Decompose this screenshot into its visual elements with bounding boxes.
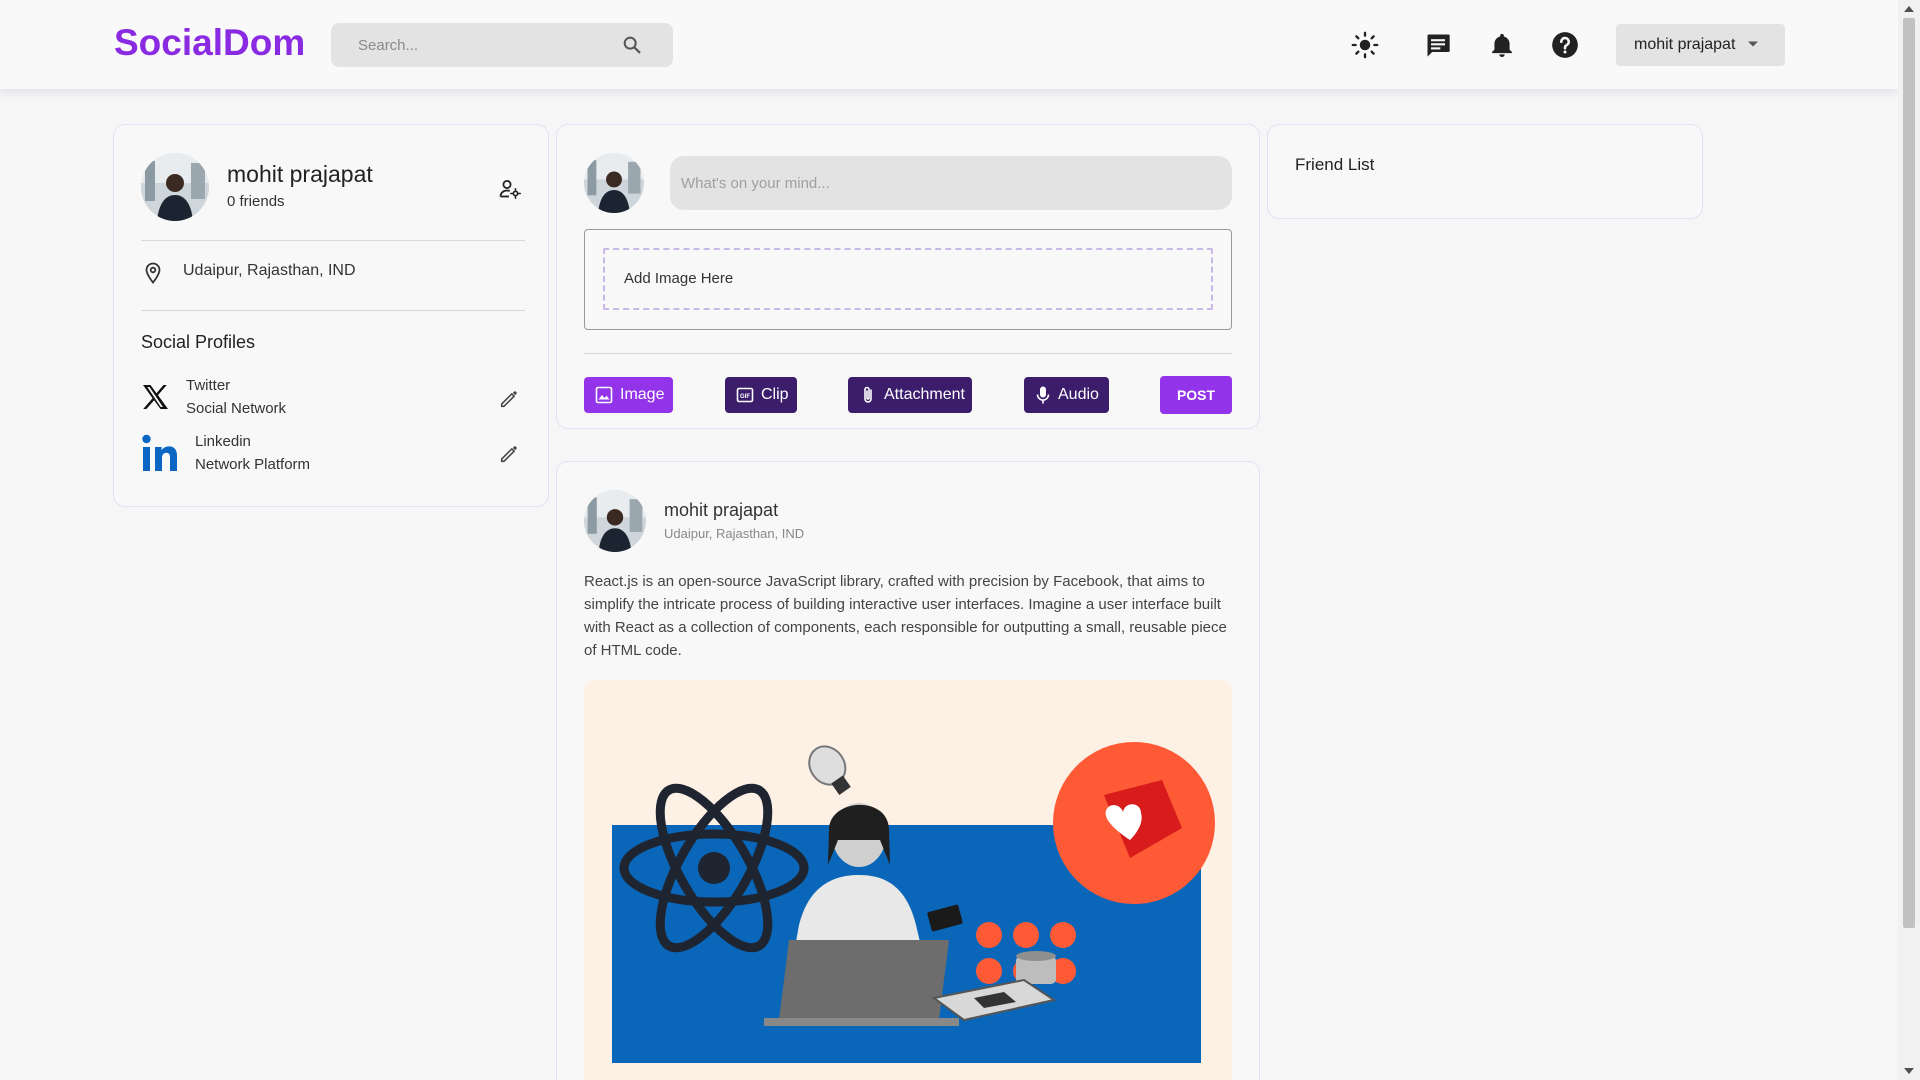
attachment-button[interactable]: Attachment bbox=[848, 377, 972, 413]
scroll-thumb[interactable] bbox=[1903, 18, 1915, 928]
post-author-name[interactable]: mohit prajapat bbox=[664, 500, 778, 521]
search-input[interactable] bbox=[331, 23, 621, 67]
edit-linkedin-icon[interactable] bbox=[498, 443, 520, 465]
composer-divider bbox=[584, 353, 1232, 354]
twitter-subtitle: Social Network bbox=[186, 400, 287, 417]
chevron-down-icon bbox=[1748, 41, 1758, 47]
audio-button-label: Audio bbox=[1058, 386, 1099, 403]
user-dropdown-label: mohit prajapat bbox=[1634, 36, 1736, 53]
location-pin-icon bbox=[145, 262, 161, 284]
help-icon[interactable] bbox=[1551, 31, 1579, 59]
attachment-button-label: Attachment bbox=[884, 386, 965, 403]
scroll-down-arrow[interactable] bbox=[1904, 1068, 1914, 1074]
twitter-x-icon[interactable] bbox=[141, 383, 169, 411]
dropzone-label: Add Image Here bbox=[624, 270, 734, 287]
friend-list-heading: Friend List bbox=[1295, 155, 1375, 174]
social-profiles-heading: Social Profiles bbox=[141, 332, 256, 352]
edit-twitter-icon[interactable] bbox=[498, 388, 520, 410]
post-text: React.js is an open-source JavaScript li… bbox=[584, 573, 1227, 659]
dropzone-area[interactable]: Add Image Here bbox=[603, 248, 1213, 310]
profile-card: mohit prajapat 0 friends Udaipur, Rajast… bbox=[113, 124, 549, 507]
linkedin-icon[interactable] bbox=[141, 433, 181, 473]
image-dropzone[interactable]: Add Image Here bbox=[584, 229, 1232, 330]
svg-text:GIF: GIF bbox=[740, 394, 750, 400]
post-image[interactable] bbox=[584, 680, 1232, 1080]
search-box bbox=[331, 23, 673, 67]
avatar[interactable] bbox=[141, 153, 209, 221]
microphone-icon bbox=[1036, 386, 1050, 404]
post-card: mohit prajapat Udaipur, Rajasthan, IND R… bbox=[556, 461, 1260, 1080]
image-button-label: Image bbox=[620, 386, 665, 403]
search-icon[interactable] bbox=[621, 34, 643, 56]
message-icon[interactable] bbox=[1424, 31, 1452, 59]
friends-count: 0 friends bbox=[227, 193, 285, 210]
profile-name[interactable]: mohit prajapat bbox=[227, 161, 373, 188]
friend-list-card: Friend List bbox=[1267, 124, 1703, 219]
twitter-name[interactable]: Twitter bbox=[186, 377, 230, 394]
audio-button[interactable]: Audio bbox=[1024, 377, 1109, 413]
scroll-up-arrow[interactable] bbox=[1904, 6, 1914, 12]
linkedin-subtitle: Network Platform bbox=[195, 456, 311, 473]
linkedin-name[interactable]: Linkedin bbox=[195, 433, 251, 450]
post-text-input[interactable] bbox=[670, 156, 1232, 210]
post-button[interactable]: POST bbox=[1160, 376, 1232, 414]
light-mode-icon[interactable] bbox=[1351, 31, 1379, 59]
page-scrollbar[interactable] bbox=[1898, 0, 1920, 1080]
avatar[interactable] bbox=[584, 153, 644, 213]
image-icon bbox=[595, 386, 613, 404]
image-button[interactable]: Image bbox=[584, 377, 673, 413]
post-composer-card: Add Image Here Image GIF Clip Attachment… bbox=[556, 124, 1260, 429]
profile-location: Udaipur, Rajasthan, IND bbox=[183, 262, 356, 279]
profile-divider bbox=[141, 310, 525, 311]
notification-bell-icon[interactable] bbox=[1488, 31, 1516, 59]
manage-account-icon[interactable] bbox=[498, 177, 522, 201]
post-author-location: Udaipur, Rajasthan, IND bbox=[664, 526, 805, 541]
paperclip-icon bbox=[864, 386, 872, 403]
profile-divider bbox=[141, 240, 525, 241]
user-dropdown[interactable]: mohit prajapat bbox=[1616, 24, 1785, 66]
gif-icon: GIF bbox=[736, 387, 754, 403]
clip-button-label: Clip bbox=[761, 386, 789, 403]
clip-button[interactable]: GIF Clip bbox=[725, 377, 797, 413]
app-logo[interactable]: SocialDom bbox=[114, 22, 305, 64]
top-navbar: SocialDom mohit prajapat bbox=[0, 0, 1898, 89]
post-author-avatar[interactable] bbox=[584, 490, 646, 552]
